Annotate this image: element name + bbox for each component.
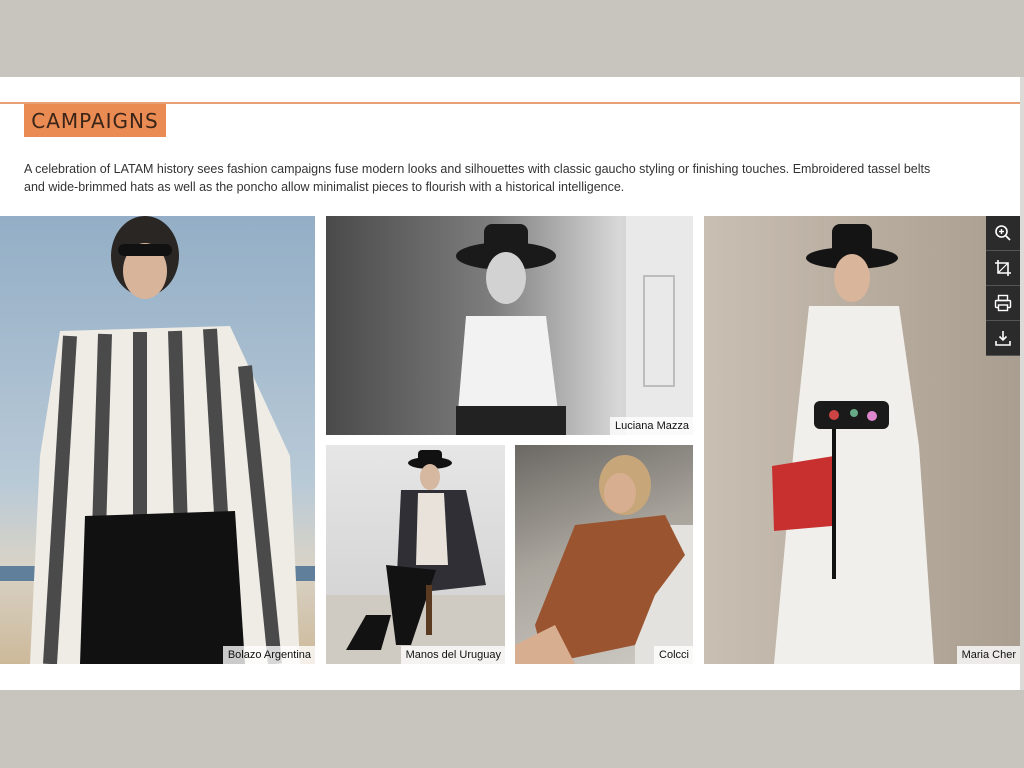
photo-art <box>456 216 693 435</box>
photo-caption: Colcci <box>654 646 693 664</box>
campaign-photo-manos-del-uruguay[interactable]: Manos del Uruguay <box>326 445 505 664</box>
photo-art <box>0 216 315 664</box>
zoom-in-button[interactable] <box>986 216 1020 251</box>
crop-icon <box>995 260 1011 276</box>
campaign-photo-bolazo-argentina[interactable]: Bolazo Argentina <box>0 216 315 664</box>
print-icon <box>994 294 1012 312</box>
photo-art <box>515 455 693 664</box>
download-icon <box>995 331 1011 346</box>
image-toolbar <box>986 216 1020 356</box>
campaign-photo-luciana-mazza[interactable]: Luciana Mazza <box>326 216 693 435</box>
crop-button[interactable] <box>986 251 1020 286</box>
campaign-photo-colcci[interactable]: Colcci <box>515 445 693 664</box>
photo-caption: Maria Cher <box>956 646 1020 664</box>
print-button[interactable] <box>986 286 1020 321</box>
photo-caption: Luciana Mazza <box>610 417 693 435</box>
photo-caption: Bolazo Argentina <box>222 646 315 664</box>
scrollbar-track[interactable] <box>1020 77 1024 690</box>
photo-art <box>326 450 505 664</box>
campaign-photo-maria-cher[interactable]: Maria Cher <box>704 216 1020 664</box>
download-button[interactable] <box>986 321 1020 356</box>
photo-caption: Manos del Uruguay <box>400 646 505 664</box>
zoom-in-icon <box>995 225 1011 241</box>
section-heading: CAMPAIGNS <box>24 104 166 137</box>
campaigns-page: CAMPAIGNS A celebration of LATAM history… <box>0 77 1020 690</box>
intro-text: A celebration of LATAM history sees fash… <box>24 162 931 194</box>
photo-art <box>772 224 934 664</box>
section-title: CAMPAIGNS <box>31 108 159 133</box>
